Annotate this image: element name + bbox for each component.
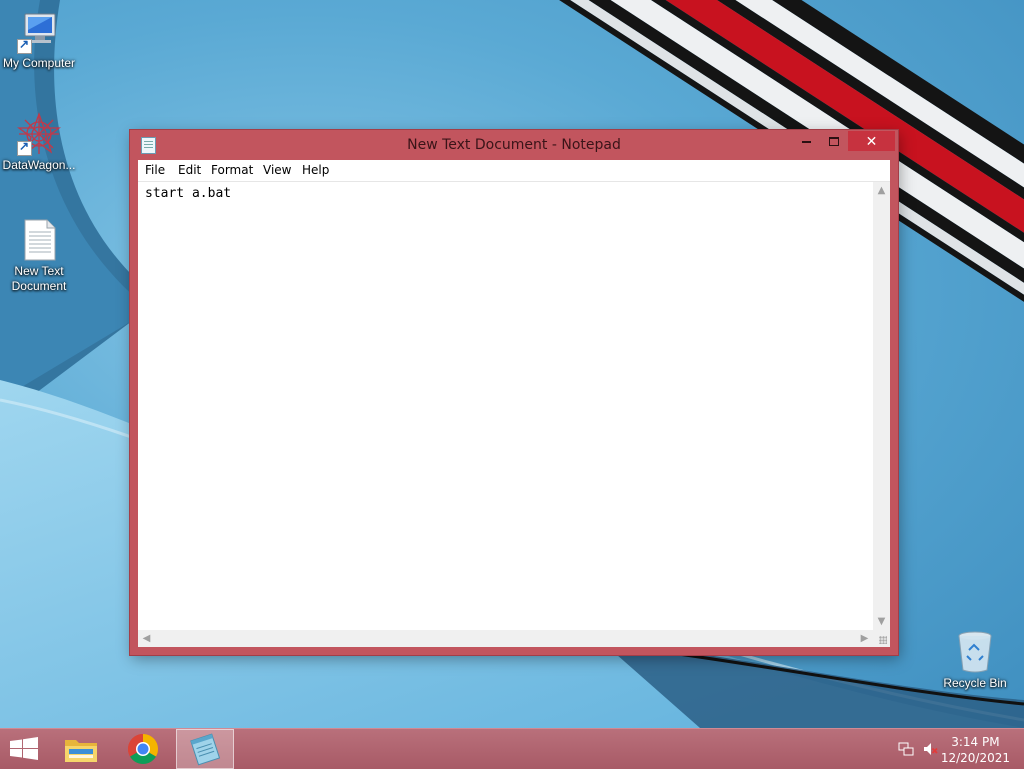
desktop-icon-datawagon[interactable]: DataWagon... <box>0 112 78 173</box>
horizontal-scrollbar[interactable]: ◀ ▶ <box>138 630 873 647</box>
system-clock[interactable]: 3:14 PM 12/20/2021 <box>941 734 1010 766</box>
minimize-button[interactable] <box>792 131 820 151</box>
menu-help[interactable]: Help <box>302 163 329 177</box>
chrome-icon <box>127 734 159 765</box>
clock-date: 12/20/2021 <box>940 751 1010 765</box>
close-button[interactable]: ✕ <box>848 131 895 151</box>
notepad-taskbar-button[interactable] <box>176 729 234 769</box>
text-file-icon <box>17 218 61 262</box>
desktop-icon-label: My Computer <box>2 56 76 70</box>
file-explorer-button[interactable] <box>52 729 110 769</box>
network-icon[interactable] <box>898 741 914 757</box>
window-title: New Text Document - Notepad <box>407 137 621 153</box>
desktop-icon-label: New Text Document <box>11 264 67 293</box>
desktop-icon-label: Recycle Bin <box>943 676 1007 690</box>
notepad-icon <box>190 733 221 766</box>
desktop-icon-recycle-bin[interactable]: Recycle Bin <box>936 630 1014 691</box>
title-bar[interactable]: New Text Document - Notepad ✕ <box>130 130 898 160</box>
start-button[interactable] <box>0 729 58 769</box>
volume-muted-icon[interactable] <box>922 741 938 757</box>
close-icon: ✕ <box>865 133 878 149</box>
desktop-icon-my-computer[interactable]: My Computer <box>0 10 78 71</box>
windows-logo-icon <box>10 737 38 760</box>
clock-time: 3:14 PM <box>951 735 1000 749</box>
menu-format[interactable]: Format <box>211 163 253 177</box>
desktop-icon-new-text-document[interactable]: New Text Document <box>0 218 78 294</box>
menu-bar: File Edit Format View Help <box>138 160 890 182</box>
chrome-button[interactable] <box>114 729 172 769</box>
maximize-button[interactable] <box>820 131 848 151</box>
scroll-right-icon[interactable]: ▶ <box>856 630 873 647</box>
menu-view[interactable]: View <box>263 163 291 177</box>
datawagon-icon <box>17 112 61 156</box>
maximize-icon <box>829 137 839 147</box>
shortcut-arrow-icon <box>17 139 32 156</box>
vertical-scrollbar[interactable]: ▲ ▼ <box>873 182 890 630</box>
computer-icon <box>17 10 61 54</box>
notepad-window[interactable]: New Text Document - Notepad ✕ File Edit … <box>130 130 898 655</box>
document-text[interactable]: start a.bat <box>145 186 231 201</box>
desktop-icon-label: DataWagon... <box>2 158 76 172</box>
folder-icon <box>65 740 97 762</box>
taskbar: 3:14 PM 12/20/2021 <box>0 728 1024 769</box>
minimize-icon <box>801 140 811 143</box>
shortcut-arrow-icon <box>17 37 32 54</box>
recycle-bin-icon <box>953 630 997 674</box>
resize-grip[interactable] <box>873 630 890 647</box>
text-editor[interactable]: start a.bat ▲ ▼ ◀ ▶ <box>138 182 890 647</box>
scroll-down-icon[interactable]: ▼ <box>873 613 890 630</box>
menu-file[interactable]: File <box>145 163 165 177</box>
menu-edit[interactable]: Edit <box>178 163 201 177</box>
scroll-up-icon[interactable]: ▲ <box>873 182 890 199</box>
scroll-left-icon[interactable]: ◀ <box>138 630 155 647</box>
